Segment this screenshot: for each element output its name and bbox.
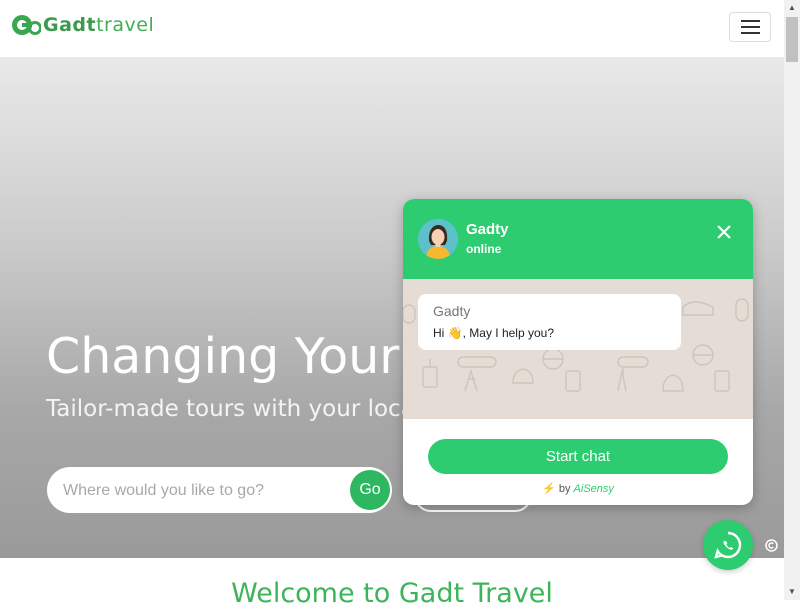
- close-icon[interactable]: [715, 223, 733, 241]
- avatar-icon: [418, 219, 458, 259]
- hero-title: Changing Your L: [46, 328, 443, 385]
- chat-header: Gadty online: [403, 199, 753, 279]
- start-chat-button[interactable]: Start chat: [428, 439, 728, 474]
- powered-by-brand[interactable]: AiSensy: [574, 483, 614, 495]
- agent-name: Gadty: [466, 221, 509, 238]
- welcome-message-bubble: Gadty Hi 👋, May I help you?: [418, 294, 681, 350]
- menu-toggle-button[interactable]: [729, 12, 771, 42]
- destination-search-input[interactable]: [61, 467, 345, 515]
- scroll-up-icon[interactable]: ▲: [784, 0, 800, 16]
- logo-travel: travel: [96, 14, 155, 36]
- agent-status: online: [466, 242, 502, 256]
- hamburger-icon-bar-bottom: [741, 32, 760, 34]
- search-go-button[interactable]: Go: [350, 470, 390, 510]
- logo-mark-icon: [12, 15, 41, 35]
- message-sender: Gadty: [433, 303, 471, 319]
- message-text: Hi 👋, May I help you?: [433, 326, 554, 340]
- chat-widget: Gadty online Gadty Hi 👋, May I help you?…: [403, 199, 753, 505]
- page-scrollbar[interactable]: ▲ ▼: [784, 0, 800, 600]
- navbar: Gadttravel: [0, 0, 784, 58]
- logo-gadt: Gadt: [43, 14, 97, 36]
- welcome-heading: Welcome to Gadt Travel: [231, 578, 553, 609]
- agent-avatar: [418, 219, 458, 259]
- hero-subtitle: Tailor-made tours with your local e: [46, 396, 443, 422]
- whatsapp-chat-button[interactable]: [703, 520, 753, 570]
- hamburger-icon-bar-middle: [741, 26, 760, 28]
- powered-by-label: by: [558, 483, 571, 495]
- logo[interactable]: Gadttravel: [11, 11, 154, 39]
- scroll-down-icon[interactable]: ▼: [784, 584, 800, 600]
- copyright-icon: [765, 539, 778, 552]
- hamburger-icon-bar-top: [741, 20, 760, 22]
- logo-text: Gadttravel: [43, 14, 154, 36]
- chat-body: Gadty Hi 👋, May I help you?: [403, 279, 753, 419]
- whatsapp-icon: [714, 531, 742, 559]
- destination-search: Go: [47, 467, 392, 515]
- lightning-icon: ⚡: [542, 483, 556, 495]
- scroll-thumb[interactable]: [786, 17, 798, 62]
- powered-by: ⚡ by AiSensy: [403, 482, 753, 495]
